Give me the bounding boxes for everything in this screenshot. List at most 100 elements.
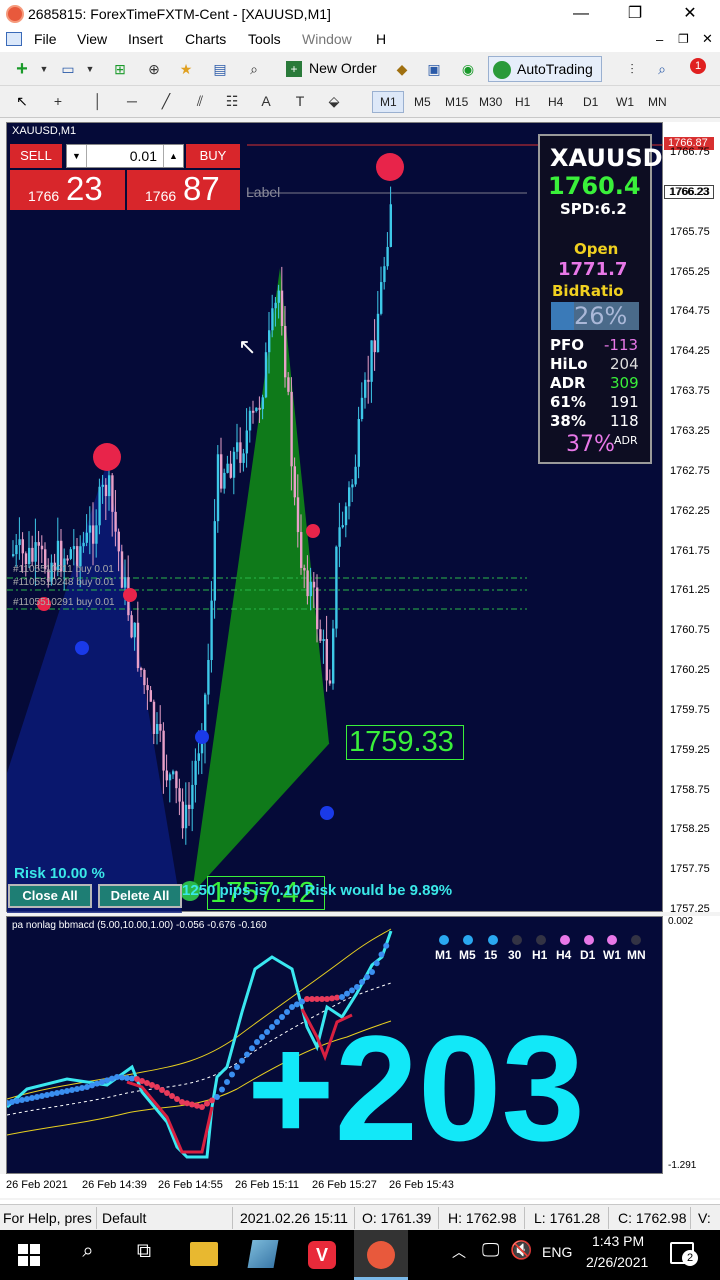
- info-row-label: HiLo: [550, 355, 588, 373]
- clock-date[interactable]: 2/26/2021: [586, 1254, 648, 1270]
- close-button[interactable]: ✕: [675, 4, 705, 24]
- info-row-value: 309: [610, 374, 639, 392]
- signal-dot: [204, 1100, 210, 1107]
- candle-body: [380, 282, 383, 314]
- autotrading-button[interactable]: AutoTrading: [488, 56, 602, 82]
- candle-body: [184, 804, 188, 829]
- menu-charts[interactable]: Charts: [185, 31, 226, 47]
- mdi-restore-icon[interactable]: ❐: [678, 32, 689, 46]
- minimize-button[interactable]: —: [566, 4, 596, 24]
- windows-start-icon[interactable]: [18, 1244, 40, 1266]
- close-all-button[interactable]: Close All: [8, 884, 92, 908]
- delete-all-button[interactable]: Delete All: [98, 884, 182, 908]
- candle-body: [165, 770, 168, 781]
- timeframe-dot: [439, 935, 449, 945]
- menu-window[interactable]: Window: [302, 31, 352, 47]
- restore-button[interactable]: ❐: [620, 4, 650, 24]
- timeframe-label: W1: [603, 948, 621, 962]
- menu-view[interactable]: View: [77, 31, 107, 47]
- tester-icon[interactable]: ⌕: [244, 60, 264, 78]
- mdi-close-icon[interactable]: ✕: [702, 31, 713, 47]
- shapes-icon[interactable]: ⬙: [324, 92, 344, 110]
- file-explorer-icon[interactable]: [190, 1242, 218, 1266]
- sell-price[interactable]: 1766 23: [10, 170, 125, 210]
- tf-h1[interactable]: H1: [515, 95, 530, 109]
- dropdown-icon[interactable]: ▼: [80, 60, 100, 78]
- tf-w1[interactable]: W1: [616, 95, 634, 109]
- tf-mn[interactable]: MN: [648, 95, 667, 109]
- indicator-window[interactable]: pa nonlag bbmacd (5.00,10.00,1.00) -0.05…: [6, 916, 663, 1174]
- lot-size-input[interactable]: ▼ 0.01 ▲: [66, 144, 184, 168]
- signal-icon[interactable]: ◉: [458, 60, 478, 78]
- candle-body: [357, 419, 360, 467]
- profiles-icon[interactable]: ▭: [58, 60, 78, 78]
- app-pinned-icon[interactable]: [247, 1240, 279, 1268]
- chevron-up-icon[interactable]: ︿: [452, 1242, 466, 1262]
- trendline-icon[interactable]: ╱: [156, 92, 176, 110]
- tf-d1[interactable]: D1: [583, 95, 598, 109]
- vertical-line-icon[interactable]: │: [88, 92, 108, 110]
- terminal-icon[interactable]: ▤: [210, 60, 230, 78]
- market-watch-icon[interactable]: ⊞: [110, 60, 130, 78]
- vivaldi-icon[interactable]: V: [308, 1241, 336, 1269]
- buy-button[interactable]: BUY: [186, 144, 240, 168]
- text-label-icon[interactable]: T: [290, 92, 310, 110]
- text-icon[interactable]: A: [256, 92, 276, 110]
- tf-m5[interactable]: M5: [414, 95, 431, 109]
- status-datetime: 2021.02.26 15:11: [240, 1210, 348, 1226]
- volume-muted-icon[interactable]: 🔇: [510, 1240, 532, 1261]
- menu-file[interactable]: File: [34, 31, 57, 47]
- status-divider: [438, 1207, 439, 1229]
- candle-body: [236, 442, 239, 452]
- channel-icon[interactable]: ⫽: [190, 92, 210, 110]
- dropdown-icon[interactable]: ▼: [34, 60, 54, 78]
- fibonacci-icon[interactable]: ☷: [222, 92, 242, 110]
- tf-m15[interactable]: M15: [445, 95, 468, 109]
- network-icon[interactable]: 🖵: [482, 1240, 499, 1261]
- candle-body: [255, 407, 258, 412]
- candle-body: [332, 628, 335, 684]
- search-icon[interactable]: ⌕: [74, 1240, 102, 1263]
- signal-dot: [19, 1097, 25, 1103]
- candle-body: [248, 410, 252, 431]
- new-chart-icon[interactable]: +: [12, 59, 32, 79]
- sell-button[interactable]: SELL: [10, 144, 62, 168]
- tf-m1[interactable]: M1: [380, 95, 397, 109]
- candle-body: [261, 397, 264, 410]
- crosshair-icon[interactable]: ⊕: [144, 60, 164, 78]
- horizontal-line-icon[interactable]: ─: [122, 92, 142, 110]
- meta-editor-icon[interactable]: ◆: [392, 60, 412, 78]
- clock-time[interactable]: 1:43 PM: [592, 1233, 644, 1249]
- menu-help[interactable]: H: [376, 31, 386, 47]
- candle-body: [66, 558, 69, 561]
- language-indicator[interactable]: ENG: [542, 1244, 572, 1260]
- chart-bars-icon[interactable]: ⫶: [622, 60, 642, 78]
- lot-increase-icon[interactable]: ▲: [163, 145, 183, 167]
- menu-insert[interactable]: Insert: [128, 31, 163, 47]
- signal-dot: [49, 1091, 55, 1097]
- mdi-minimize-icon[interactable]: ‒: [656, 32, 663, 47]
- candle-body: [245, 430, 248, 454]
- metatrader-task[interactable]: [354, 1230, 408, 1280]
- action-center-icon[interactable]: 2: [670, 1242, 698, 1266]
- tf-h4[interactable]: H4: [548, 95, 563, 109]
- candle-body: [274, 302, 277, 309]
- candle-body: [364, 379, 367, 398]
- price-label: 1757.25: [670, 903, 710, 916]
- candle-body: [226, 463, 229, 473]
- lot-decrease-icon[interactable]: ▼: [67, 145, 87, 167]
- notifications-icon[interactable]: 1: [684, 58, 706, 80]
- tf-m30[interactable]: M30: [479, 95, 502, 109]
- price-label: 1766.23: [670, 185, 710, 198]
- search-icon[interactable]: ⌕: [652, 60, 672, 78]
- menu-tools[interactable]: Tools: [248, 31, 281, 47]
- buy-price[interactable]: 1766 87: [127, 170, 240, 210]
- navigator-icon[interactable]: ★: [176, 60, 196, 78]
- candle-body: [220, 454, 223, 489]
- experts-icon[interactable]: ▣: [424, 60, 444, 78]
- price-label: 1760.25: [670, 664, 710, 677]
- price-label: 1763.75: [670, 385, 710, 398]
- task-view-icon[interactable]: ⧉: [130, 1240, 158, 1263]
- cursor-icon[interactable]: ↖: [12, 92, 32, 110]
- crosshair-tool-icon[interactable]: +: [48, 92, 68, 110]
